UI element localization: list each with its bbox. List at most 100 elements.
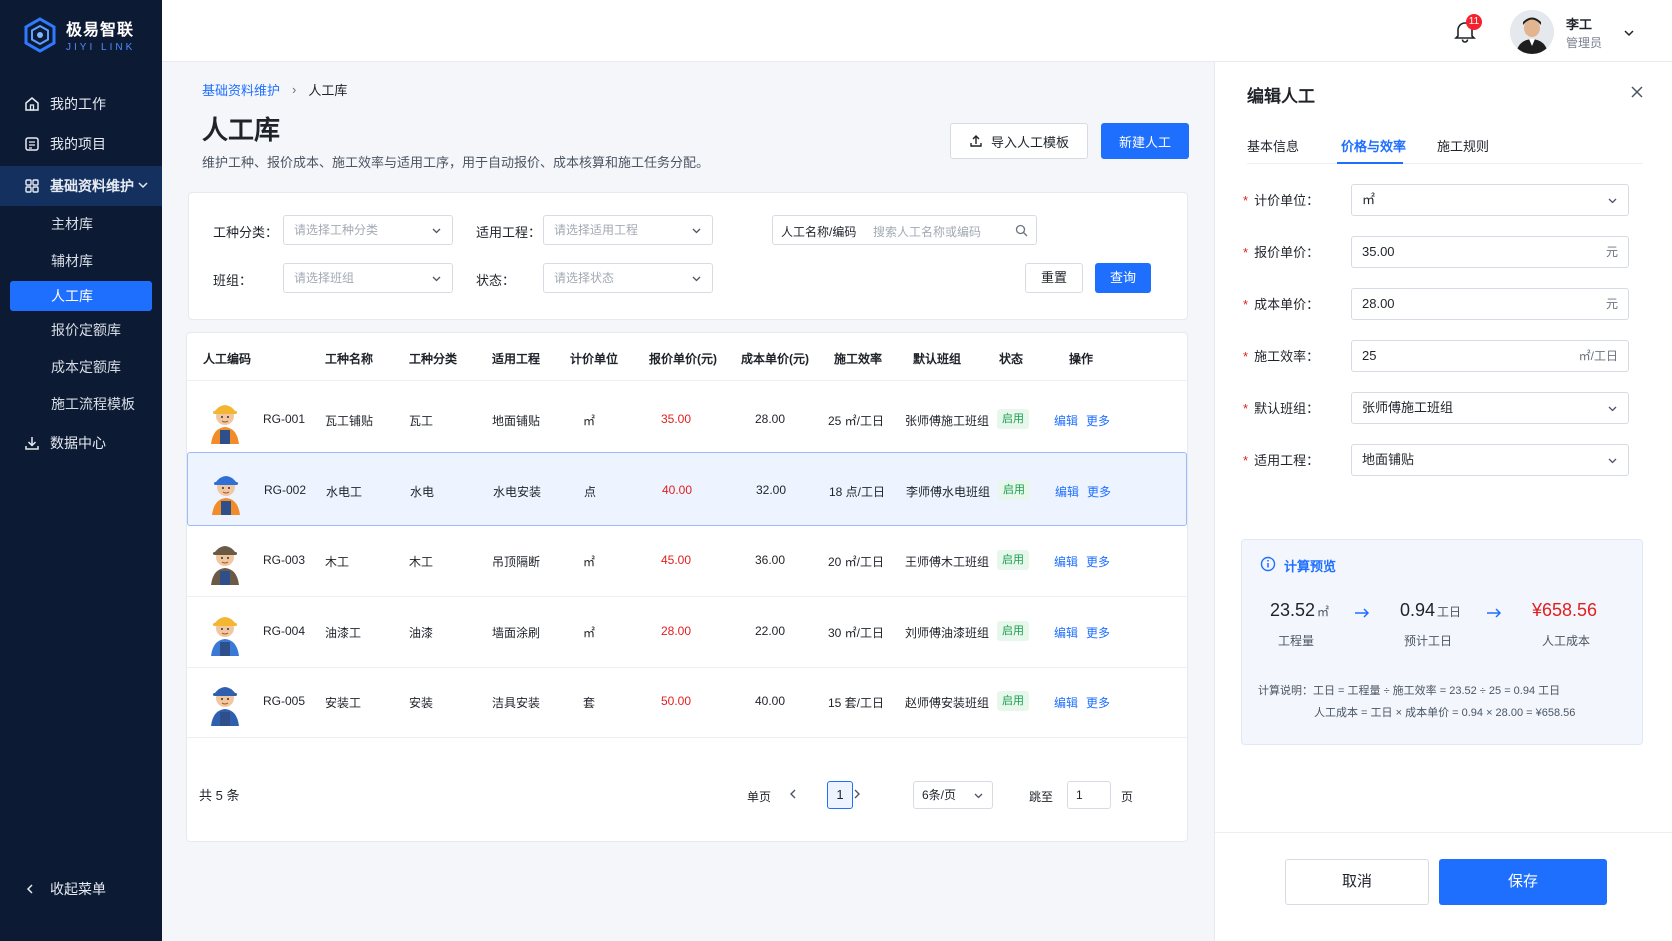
sidebar-item-aux-material[interactable]: 辅材库 [0, 243, 162, 280]
sidebar-item-my-projects[interactable]: 我的项目 [0, 124, 162, 164]
panel-title: 编辑人工 [1247, 87, 1315, 106]
cell-quote: 50.00 [661, 694, 692, 708]
arrow-right-icon [1487, 608, 1502, 618]
reset-button[interactable]: 重置 [1025, 263, 1083, 293]
table-row[interactable]: RG-005 安装工 安装 洁具安装 套 50.00 40.00 15 套/工日 赵师傅安装班组… [187, 664, 1187, 738]
cell-quote: 45.00 [661, 553, 692, 567]
work-type-placeholder: 请选择工种分类 [294, 223, 379, 237]
preview-title: 计算预览 [1284, 559, 1337, 574]
sidebar-group-label: 基础资料维护 [50, 178, 134, 194]
breadcrumb: 基础资料维护 › 人工库 [202, 80, 347, 99]
new-labor-button[interactable]: 新建人工 [1101, 123, 1189, 159]
app-root: 极易智联 JIYI LINK 我的工作 我的项目 基础资料维护 主材库 辅材库 … [0, 0, 1672, 941]
import-template-button[interactable]: 导入人工模板 [950, 123, 1088, 159]
main-content: 基础资料维护 › 人工库 人工库 维护工种、报价成本、施工效率与适用工序，用于自… [162, 62, 1214, 941]
cell-quote: 35.00 [661, 412, 692, 426]
column-header: 施工效率 [834, 352, 883, 366]
status-select[interactable]: 请选择状态 [543, 263, 713, 293]
cell-category: 水电 [410, 485, 435, 499]
total-count: 共 5 条 [199, 788, 240, 803]
more-link[interactable]: 更多 [1086, 553, 1110, 570]
panel-footer: 取消 保存 [1215, 832, 1672, 941]
chevron-down-icon [1608, 198, 1617, 204]
query-button[interactable]: 查询 [1095, 263, 1151, 293]
column-header: 计价单位 [570, 352, 619, 366]
search-input[interactable]: 人工名称/编码 搜索人工名称或编码 [772, 215, 1037, 245]
team-placeholder: 请选择班组 [294, 271, 355, 285]
project-select[interactable]: 请选择适用工程 [543, 215, 713, 245]
status-placeholder: 请选择状态 [554, 271, 615, 285]
sidebar-item-process-template[interactable]: 施工流程模板 [0, 386, 162, 423]
tab-construction-rules[interactable]: 施工规则 [1437, 136, 1489, 155]
more-link[interactable]: 更多 [1087, 483, 1111, 500]
edit-link[interactable]: 编辑 [1054, 412, 1078, 429]
preview-quantity: 23.52 ㎡ [1270, 600, 1330, 620]
more-link[interactable]: 更多 [1086, 624, 1110, 641]
page-number-button[interactable]: 1 [827, 781, 853, 809]
close-icon[interactable] [1629, 84, 1645, 100]
cell-project: 地面铺贴 [492, 414, 541, 428]
sidebar-item-quote-quota[interactable]: 报价定额库 [0, 312, 162, 349]
brand-subtitle: JIYI LINK [66, 42, 136, 53]
preview-note-line2: 人工成本 = 工日 × 成本单价 = 0.94 × 28.00 = ¥658.5… [1314, 707, 1576, 719]
team-select[interactable]: 请选择班组 [283, 263, 453, 293]
sidebar-group-basic-data[interactable]: 基础资料维护 [0, 166, 162, 206]
cost-price-input[interactable]: 28.00 元 [1351, 288, 1629, 320]
more-link[interactable]: 更多 [1086, 412, 1110, 429]
sidebar-item-cost-quota[interactable]: 成本定额库 [0, 349, 162, 386]
active-tab-indicator [1337, 162, 1403, 164]
applicable-project-label: * 适用工程： [1243, 453, 1320, 468]
quote-price-input[interactable]: 35.00 元 [1351, 236, 1629, 268]
quote-price-value: 35.00 [1362, 244, 1395, 259]
default-team-select[interactable]: 张师傅施工班组 [1351, 392, 1629, 424]
save-button[interactable]: 保存 [1439, 859, 1607, 905]
sidebar-item-data-center[interactable]: 数据中心 [0, 423, 162, 463]
status-badge: 启用 [997, 691, 1029, 711]
cancel-button[interactable]: 取消 [1285, 859, 1429, 905]
download-icon [25, 437, 39, 450]
edit-link[interactable]: 编辑 [1054, 694, 1078, 711]
table-row[interactable]: RG-003 木工 木工 吊顶隔断 ㎡ 45.00 36.00 20 ㎡/工日 王师傅木工班组启… [187, 523, 1187, 597]
cell-name: 水电工 [326, 485, 363, 499]
table-row[interactable]: RG-001 瓦工铺贴 瓦工 地面铺贴 ㎡ 35.00 28.00 25 ㎡/工日 张师傅施工班… [187, 382, 1187, 456]
cost-price-label: * 成本单价： [1243, 297, 1320, 312]
column-header: 成本单价(元) [741, 352, 809, 366]
avatar[interactable] [1510, 10, 1554, 54]
breadcrumb-parent[interactable]: 基础资料维护 [202, 80, 280, 99]
cell-efficiency: 18 点/工日 [829, 485, 886, 499]
cell-category: 安装 [409, 696, 434, 710]
tab-price-efficiency[interactable]: 价格与效率 [1341, 136, 1406, 155]
page-size-select[interactable]: 6条/页 [913, 781, 993, 809]
cell-code: RG-002 [264, 483, 307, 497]
tab-basic-info[interactable]: 基本信息 [1247, 136, 1299, 155]
labor-table: 人工编码 工种名称 工种分类 适用工程 计价单位 报价单价(元) 成本单价(元)… [186, 332, 1188, 842]
work-type-select[interactable]: 请选择工种分类 [283, 215, 453, 245]
search-placeholder: 搜索人工名称或编码 [873, 225, 982, 239]
collapse-menu-button[interactable]: 收起菜单 [24, 879, 106, 899]
sidebar-item-labor[interactable]: 人工库 [10, 281, 152, 311]
quote-price-label: * 报价单价： [1243, 245, 1320, 260]
cell-efficiency: 25 ㎡/工日 [828, 414, 885, 428]
edit-link[interactable]: 编辑 [1054, 553, 1078, 570]
edit-link[interactable]: 编辑 [1055, 483, 1079, 500]
jump-page-input[interactable]: 1 [1067, 781, 1111, 809]
chevron-down-icon[interactable] [1622, 26, 1636, 40]
unit-select[interactable]: ㎡ [1351, 184, 1629, 216]
applicable-project-select[interactable]: 地面铺贴 [1351, 444, 1629, 476]
edit-link[interactable]: 编辑 [1054, 624, 1078, 641]
sidebar-item-main-material[interactable]: 主材库 [0, 206, 162, 243]
table-row[interactable]: RG-004 油漆工 油漆 墙面涂刷 ㎡ 28.00 22.00 30 ㎡/工日 刘师傅油漆班组… [187, 594, 1187, 668]
chevron-down-icon [692, 276, 701, 282]
more-link[interactable]: 更多 [1086, 694, 1110, 711]
page-suffix-label: 页 [1121, 790, 1134, 804]
chevron-right-icon[interactable] [851, 788, 863, 800]
sidebar-item-my-work[interactable]: 我的工作 [0, 84, 162, 124]
edit-labor-panel: 编辑人工 基本信息 价格与效率 施工规则 * 计价单位： ㎡ * 报价单价： 35.… [1214, 62, 1672, 941]
chevron-left-icon[interactable] [787, 788, 799, 800]
cell-efficiency: 30 ㎡/工日 [828, 626, 885, 640]
cell-team: 王师傅木工班组 [905, 555, 990, 569]
efficiency-input[interactable]: 25 ㎡/工日 [1351, 340, 1629, 372]
collapse-menu-label: 收起菜单 [50, 881, 106, 897]
table-row[interactable]: RG-002 水电工 水电 水电安装 点 40.00 32.00 18 点/工日 李师傅水电班组… [187, 452, 1187, 526]
jump-label: 跳至 [1029, 790, 1054, 804]
